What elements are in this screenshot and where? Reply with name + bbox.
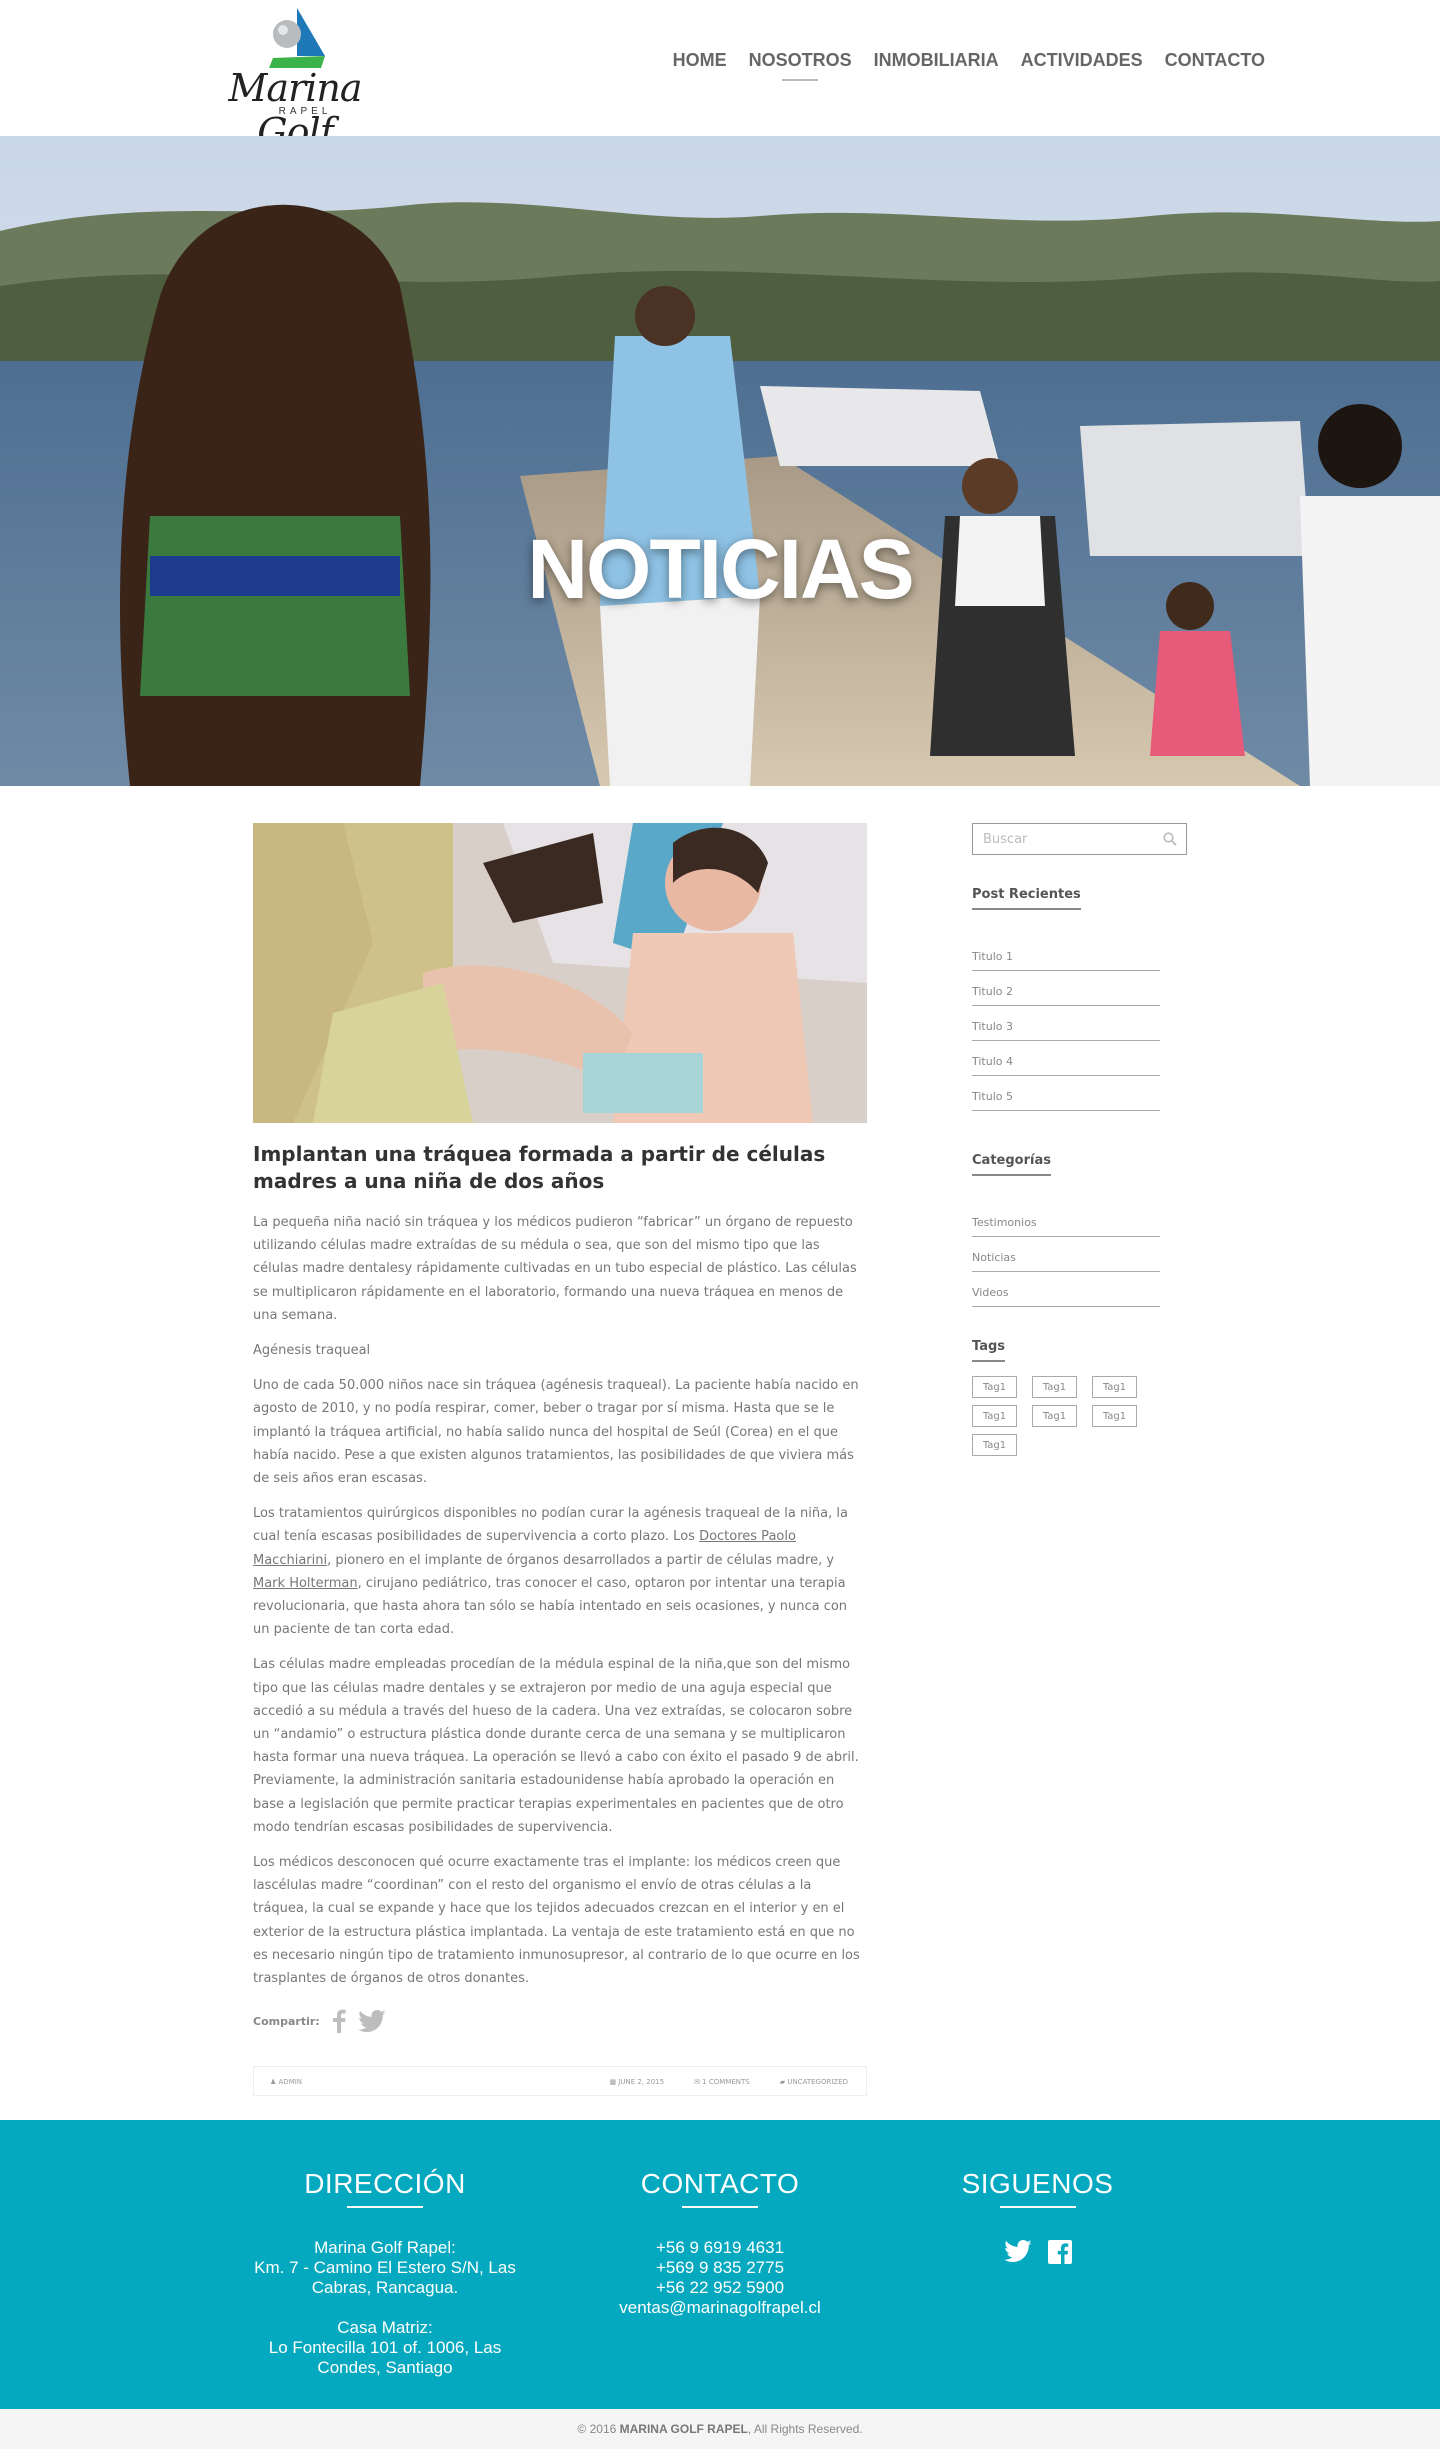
tag-item[interactable]: Tag1 [1092, 1376, 1137, 1398]
categories-list: Testimonios Noticias Videos [972, 1202, 1187, 1307]
copyright-brand: MARINA GOLF RAPEL [619, 2422, 748, 2436]
address-line: Condes, Santiago [317, 2358, 453, 2377]
search-box [972, 823, 1187, 855]
footer-divider [999, 2206, 1076, 2208]
hero-banner: NOTICIAS [0, 136, 1440, 786]
recent-posts-list: Titulo 1 Titulo 2 Titulo 3 Titulo 4 Titu… [972, 936, 1187, 1111]
article-image[interactable] [253, 823, 867, 1123]
nav-contacto[interactable]: CONTACTO [1165, 50, 1265, 79]
footer-siguenos-title: SIGUENOS [961, 2168, 1114, 2199]
site-footer: DIRECCIÓN Marina Golf Rapel: Km. 7 - Cam… [0, 2120, 1440, 2409]
address-line: Km. 7 - Camino El Estero S/N, Las [254, 2258, 516, 2277]
facebook-share-icon[interactable] [332, 2009, 346, 2034]
footer-contacto: CONTACTO +56 9 6919 4631 +569 9 835 2775… [590, 2168, 850, 2318]
article-paragraph: La pequeña niña nació sin tráquea y los … [253, 1215, 857, 1323]
recent-posts-widget: Post Recientes Titulo 1 Titulo 2 Titulo … [972, 885, 1187, 1111]
facebook-icon[interactable] [1047, 2240, 1072, 2264]
logo-subtitle: RAPEL [278, 106, 332, 117]
nav-inmobiliaria[interactable]: INMOBILIARIA [874, 50, 999, 79]
meta-comments-text: 1 COMMENTS [702, 2078, 750, 2087]
phone-link[interactable]: +56 9 6919 4631 [590, 2238, 850, 2258]
meta-category[interactable]: ▰ UNCATEGORIZED [780, 2078, 848, 2086]
meta-category-text: UNCATEGORIZED [787, 2078, 848, 2087]
site-logo[interactable]: Marina Golf RAPEL [205, 6, 385, 154]
article-paragraph: Los médicos desconocen qué ocurre exacta… [253, 1855, 860, 1987]
twitter-icon[interactable] [1003, 2240, 1032, 2262]
address-line: Marina Golf Rapel: [314, 2238, 456, 2257]
article-body: La pequeña niña nació sin tráquea y los … [253, 1211, 867, 1990]
meta-right: ▦ JUNE 2, 2015 ✉ 1 COMMENTS ▰ UNCATEGORI… [609, 2078, 848, 2086]
recent-post-item[interactable]: Titulo 2 [972, 971, 1160, 1006]
hero-photo [0, 136, 1440, 786]
address-line: Casa Matriz: [337, 2318, 433, 2337]
tag-item[interactable]: Tag1 [1032, 1405, 1077, 1427]
nav-nosotros[interactable]: NOSOTROS [749, 50, 852, 79]
tags-widget: Tags Tag1 Tag1 Tag1 Tag1 Tag1 Tag1 Tag1 [972, 1337, 1187, 1456]
search-input[interactable] [973, 824, 1186, 854]
copyright-suffix: , All Rights Reserved. [747, 2422, 863, 2436]
footer-contact-info: +56 9 6919 4631 +569 9 835 2775 +56 22 9… [590, 2238, 850, 2318]
footer-divider [682, 2206, 758, 2208]
footer-divider [347, 2206, 423, 2208]
phone-link[interactable]: +569 9 835 2775 [590, 2258, 850, 2278]
address-line: Cabras, Rancagua. [311, 2278, 459, 2297]
footer-contacto-title: CONTACTO [640, 2168, 800, 2199]
meta-date: ▦ JUNE 2, 2015 [609, 2078, 665, 2087]
tag-item[interactable]: Tag1 [1032, 1376, 1077, 1398]
category-item[interactable]: Videos [972, 1272, 1160, 1307]
article: Implantan una tráquea formada a partir d… [253, 823, 867, 2097]
address-line: Lo Fontecilla 101 of. 1006, Las [268, 2338, 502, 2357]
category-item[interactable]: Noticias [972, 1237, 1160, 1272]
meta-author[interactable]: ♟ ADMIN [270, 2078, 302, 2086]
tag-item[interactable]: Tag1 [1092, 1405, 1137, 1427]
phone-link[interactable]: +56 22 952 5900 [590, 2278, 850, 2298]
article-subheading: Agénesis traqueal [253, 1343, 371, 1359]
article-paragraph: Uno de cada 50.000 niños nace sin tráque… [253, 1378, 859, 1487]
address-spacer [230, 2298, 540, 2318]
email-link[interactable]: ventas@marinagolfrapel.cl [590, 2298, 850, 2318]
tag-item[interactable]: Tag1 [972, 1434, 1017, 1456]
meta-author-text: ADMIN [278, 2078, 303, 2087]
main-nav: HOME NOSOTROS INMOBILIARIA ACTIVIDADES C… [673, 50, 1265, 79]
post-meta: ♟ ADMIN ▦ JUNE 2, 2015 ✉ 1 COMMENTS ▰ UN… [253, 2066, 867, 2097]
share-bar: Compartir: [253, 2006, 867, 2036]
footer-direccion: DIRECCIÓN Marina Golf Rapel: Km. 7 - Cam… [230, 2168, 540, 2378]
logo-sail-icon [269, 8, 325, 68]
site-header: Marina Golf RAPEL HOME NOSOTROS INMOBILI… [0, 0, 1440, 154]
recent-post-item[interactable]: Titulo 4 [972, 1041, 1160, 1076]
footer-direccion-title: DIRECCIÓN [304, 2168, 466, 2199]
recent-post-item[interactable]: Titulo 5 [972, 1076, 1160, 1111]
link-mark-holterman[interactable]: Mark Holterman [253, 1576, 358, 1591]
category-item[interactable]: Testimonios [972, 1202, 1160, 1237]
meta-date-text: JUNE 2, 2015 [618, 2078, 665, 2087]
nav-actividades[interactable]: ACTIVIDADES [1021, 50, 1143, 79]
twitter-share-icon[interactable] [357, 2010, 386, 2033]
tags-title: Tags [972, 1339, 1006, 1362]
recent-post-item[interactable]: Titulo 3 [972, 1006, 1160, 1041]
categories-widget: Categorías Testimonios Noticias Videos [972, 1151, 1187, 1307]
article-title: Implantan una tráquea formada a partir d… [253, 1142, 826, 1193]
search-icon[interactable] [1163, 832, 1177, 846]
main-content: Implantan una tráquea formada a partir d… [0, 786, 1440, 2120]
footer-address: Marina Golf Rapel: Km. 7 - Camino El Est… [230, 2238, 540, 2378]
recent-post-item[interactable]: Titulo 1 [972, 936, 1160, 971]
meta-comments[interactable]: ✉ 1 COMMENTS [694, 2078, 750, 2086]
article-paragraph: Las células madre empleadas procedían de… [253, 1657, 859, 1835]
categories-title: Categorías [972, 1153, 1051, 1176]
copyright-bar: © 2016 MARINA GOLF RAPEL, All Rights Res… [0, 2409, 1440, 2449]
sidebar: Post Recientes Titulo 1 Titulo 2 Titulo … [972, 823, 1187, 1456]
social-links [915, 2240, 1160, 2264]
hero-title: NOTICIAS [527, 522, 914, 616]
tag-item[interactable]: Tag1 [972, 1376, 1017, 1398]
recent-posts-title: Post Recientes [972, 887, 1081, 910]
copyright-prefix: © 2016 [577, 2422, 620, 2436]
tag-item[interactable]: Tag1 [972, 1405, 1017, 1427]
nav-home[interactable]: HOME [673, 50, 727, 79]
article-text: , pionero en el implante de órganos desa… [327, 1552, 835, 1568]
article-paragraph: Los tratamientos quirúrgicos disponibles… [253, 1502, 867, 1641]
tags-list: Tag1 Tag1 Tag1 Tag1 Tag1 Tag1 Tag1 [972, 1376, 1192, 1456]
footer-siguenos: SIGUENOS [915, 2168, 1160, 2264]
share-label: Compartir: [253, 2014, 320, 2028]
